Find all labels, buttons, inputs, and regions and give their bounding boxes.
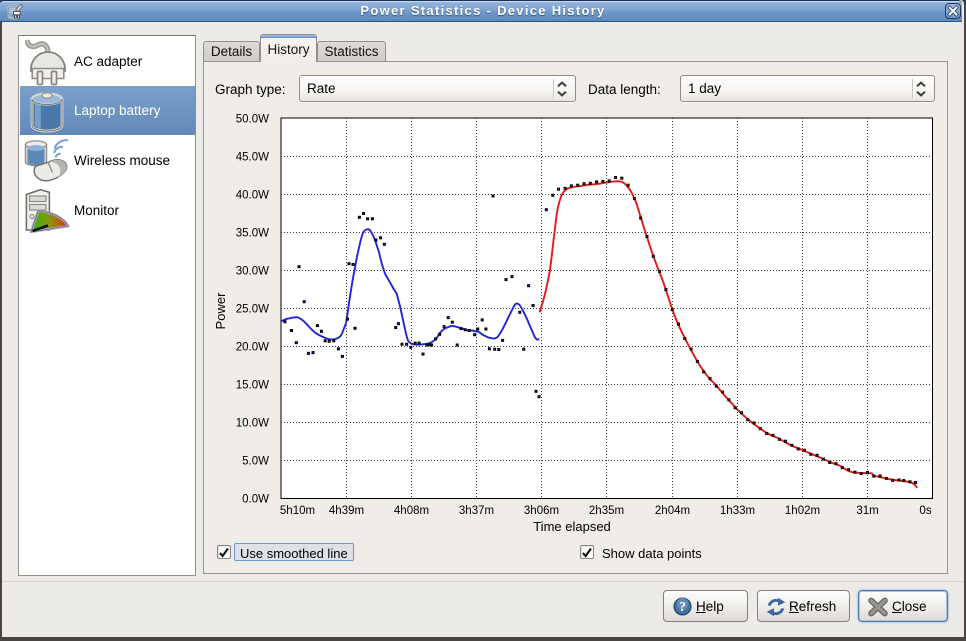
svg-text:25.0W: 25.0W (236, 304, 269, 316)
svg-text:50.0W: 50.0W (236, 114, 269, 126)
svg-text:10.0W: 10.0W (236, 418, 269, 430)
svg-text:0s: 0s (919, 505, 931, 517)
svg-text:0.0W: 0.0W (242, 494, 269, 506)
svg-text:Time elapsed: Time elapsed (533, 519, 611, 534)
svg-text:4h08m: 4h08m (394, 505, 429, 517)
svg-text:3h06m: 3h06m (524, 505, 559, 517)
svg-text:5h10m: 5h10m (280, 505, 315, 517)
svg-text:5.0W: 5.0W (242, 456, 269, 468)
svg-text:45.0W: 45.0W (236, 152, 269, 164)
svg-text:40.0W: 40.0W (236, 190, 269, 202)
svg-text:31m: 31m (856, 505, 878, 517)
svg-text:4h39m: 4h39m (329, 505, 364, 517)
svg-text:2h04m: 2h04m (655, 505, 690, 517)
svg-text:1h33m: 1h33m (720, 505, 755, 517)
svg-text:30.0W: 30.0W (236, 266, 269, 278)
svg-text:Power: Power (213, 292, 228, 330)
svg-text:1h02m: 1h02m (785, 505, 820, 517)
svg-text:?: ? (679, 599, 686, 614)
svg-text:2h35m: 2h35m (589, 505, 624, 517)
svg-text:20.0W: 20.0W (236, 342, 269, 354)
svg-text:35.0W: 35.0W (236, 228, 269, 240)
svg-text:15.0W: 15.0W (236, 380, 269, 392)
svg-text:3h37m: 3h37m (459, 505, 494, 517)
